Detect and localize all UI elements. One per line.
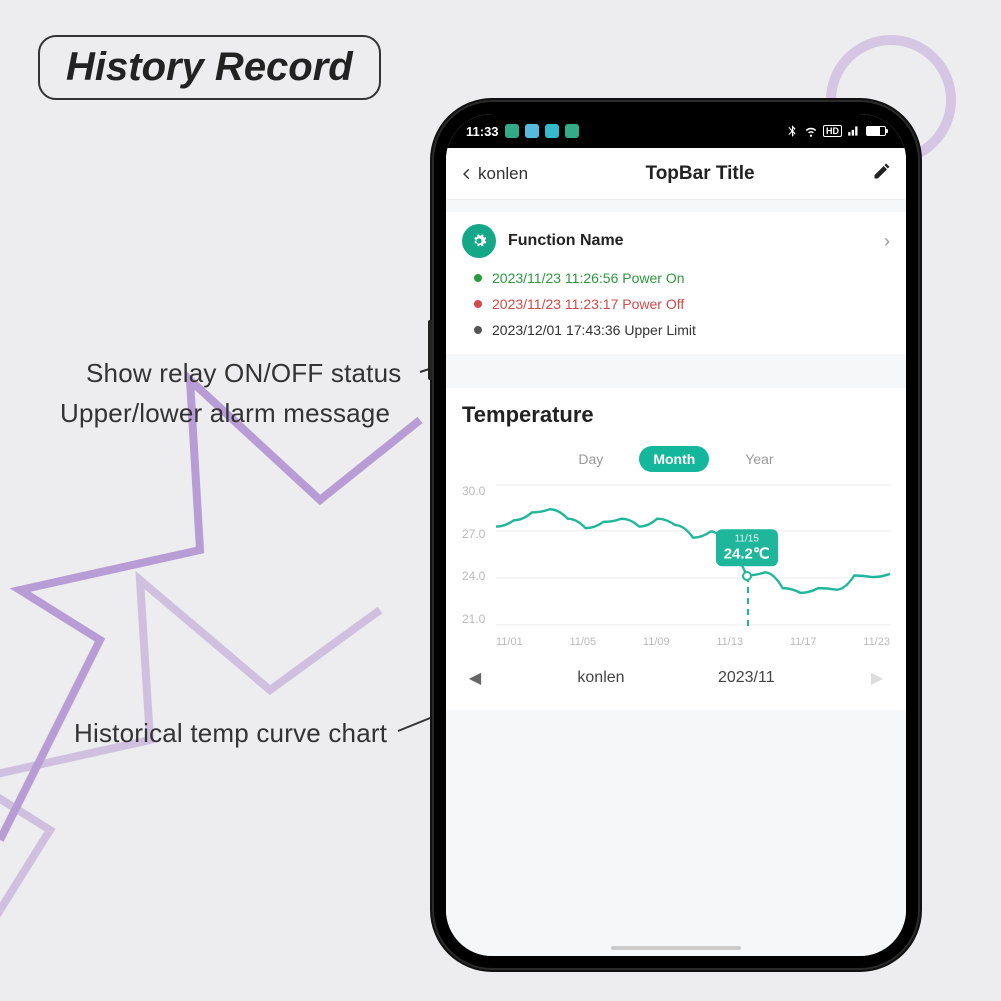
back-label: konlen <box>478 164 528 184</box>
footer-period: 2023/11 <box>718 669 775 687</box>
phone-screen: 11:33 • konlen HD konlen TopBar Tit <box>446 114 906 956</box>
annotation-alarm: Upper/lower alarm message <box>60 398 390 429</box>
event-text: 2023/11/23 11:23:17 Power Off <box>492 296 684 312</box>
gear-icon <box>462 224 496 258</box>
temperature-heading: Temperature <box>446 402 906 438</box>
footer-device: konlen <box>577 669 624 687</box>
home-indicator <box>611 946 741 950</box>
title-bar: konlen TopBar Title <box>446 148 906 200</box>
x-tick: 11/23 <box>863 636 890 648</box>
page-title: History Record <box>38 35 381 100</box>
chart[interactable]: 30.0 27.0 24.0 21.0 <box>446 484 906 654</box>
next-period-button[interactable]: ▶ <box>868 668 886 688</box>
chevron-right-icon: › <box>884 231 890 252</box>
bg-star-deco <box>0 120 460 980</box>
function-row[interactable]: Function Name › <box>462 224 890 258</box>
temperature-section: Temperature Day Month Year 30.0 27.0 24.0 2… <box>446 388 906 710</box>
range-tabs: Day Month Year <box>446 446 906 472</box>
event-text: 2023/11/23 11:26:56 Power On <box>492 270 685 286</box>
x-tick: 11/17 <box>790 636 817 648</box>
status-app-icon-3 <box>545 124 559 138</box>
chart-x-axis: 11/01 11/05 11/09 11/13 11/17 11/23 <box>496 636 890 648</box>
bluetooth-icon <box>785 124 799 138</box>
event-dot <box>474 274 482 282</box>
back-button[interactable]: konlen <box>460 164 528 184</box>
status-app-icon-4 <box>565 124 579 138</box>
event-item: 2023/11/23 11:26:56 Power On <box>474 270 890 286</box>
status-app-icon-2 <box>525 124 539 138</box>
wifi-icon <box>804 124 818 138</box>
signal-icon <box>847 124 861 138</box>
event-text: 2023/12/01 17:43:36 Upper Limit <box>492 322 696 338</box>
x-tick: 11/01 <box>496 636 523 648</box>
event-list: 2023/11/23 11:26:56 Power On 2023/11/23 1… <box>462 270 890 338</box>
y-tick: 24.0 <box>462 569 496 583</box>
status-time: 11:33 <box>466 124 499 139</box>
edit-button[interactable] <box>872 161 892 186</box>
chart-y-axis: 30.0 27.0 24.0 21.0 <box>462 484 496 626</box>
chevron-left-icon <box>460 165 474 183</box>
y-tick: 27.0 <box>462 527 496 541</box>
pencil-icon <box>872 161 892 181</box>
event-dot <box>474 300 482 308</box>
battery-icon <box>866 126 886 136</box>
x-tick: 11/05 <box>569 636 596 648</box>
function-card: Function Name › 2023/11/23 11:26:56 Powe… <box>446 212 906 354</box>
event-item: 2023/11/23 11:23:17 Power Off <box>474 296 890 312</box>
tooltip-date: 11/15 <box>724 533 770 544</box>
footer-nav: ◀ konlen 2023/11 ▶ <box>446 654 906 694</box>
tab-month[interactable]: Month <box>639 446 709 472</box>
phone-notch <box>581 114 771 142</box>
chart-marker <box>742 571 752 581</box>
function-label: Function Name <box>508 232 872 250</box>
annotation-curve: Historical temp curve chart <box>74 718 387 749</box>
event-item: 2023/12/01 17:43:36 Upper Limit <box>474 322 890 338</box>
body-area: Function Name › 2023/11/23 11:26:56 Powe… <box>446 200 906 956</box>
tab-year[interactable]: Year <box>731 446 787 472</box>
status-app-icon-1 <box>505 124 519 138</box>
page-heading: TopBar Title <box>646 163 755 185</box>
prev-period-button[interactable]: ◀ <box>466 668 484 688</box>
tooltip-value: 24.2℃ <box>724 544 770 562</box>
chart-plot: 11/15 24.2℃ <box>496 484 890 626</box>
chart-tooltip: 11/15 24.2℃ <box>716 529 778 566</box>
event-dot <box>474 326 482 334</box>
y-tick: 30.0 <box>462 484 496 498</box>
hd-icon: HD <box>823 125 842 137</box>
chart-highlight-line <box>747 576 749 627</box>
annotation-relay: Show relay ON/OFF status <box>86 358 401 389</box>
y-tick: 21.0 <box>462 612 496 626</box>
tab-day[interactable]: Day <box>564 446 617 472</box>
phone-frame: 11:33 • konlen HD konlen TopBar Tit <box>432 100 920 970</box>
x-tick: 11/09 <box>643 636 670 648</box>
x-tick: 11/13 <box>716 636 743 648</box>
